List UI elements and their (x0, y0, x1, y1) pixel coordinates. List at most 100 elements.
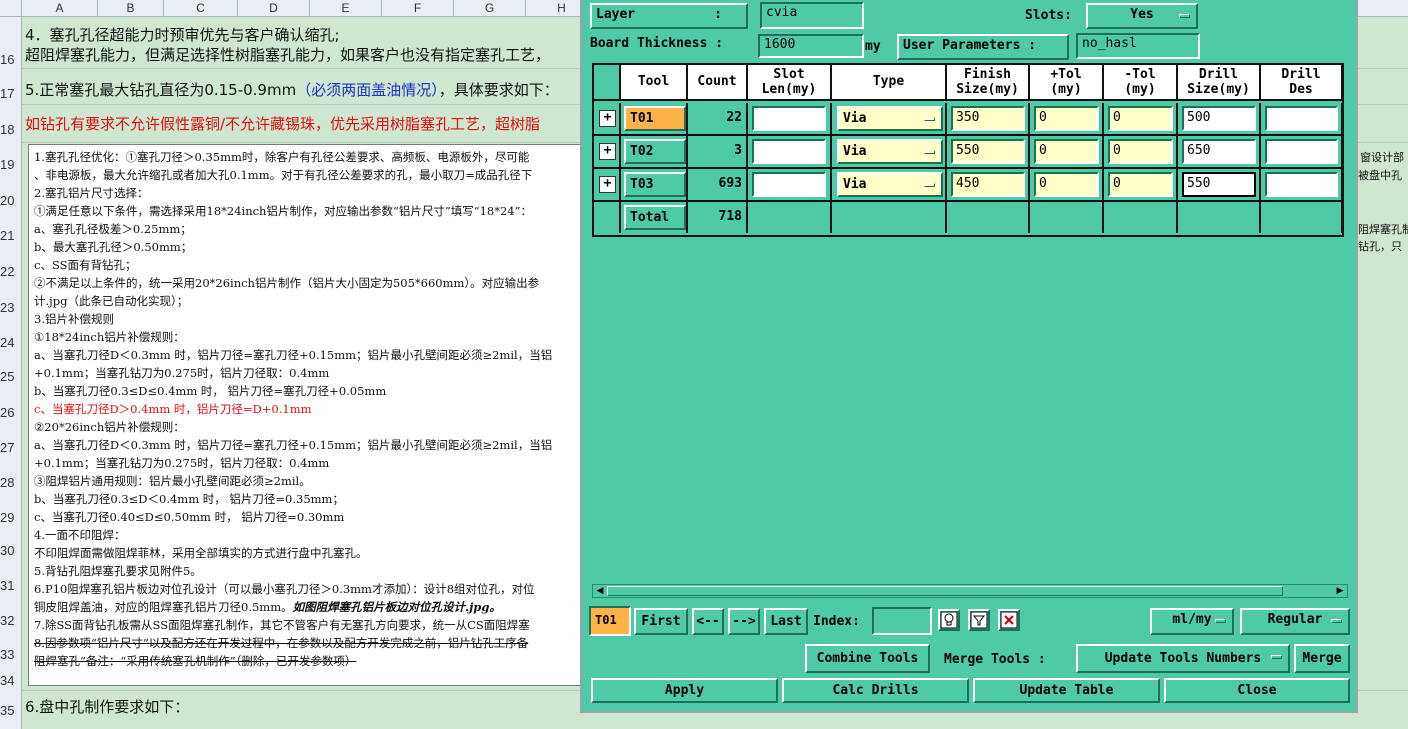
lightbulb-icon[interactable] (938, 609, 960, 631)
add-row-icon[interactable]: + (599, 143, 616, 160)
plus-tol-input[interactable]: 0 (1034, 172, 1099, 197)
slot-len-input[interactable] (752, 172, 826, 197)
column-header-e[interactable]: E (310, 0, 382, 17)
tool-button-t03[interactable]: T03 (624, 172, 686, 197)
drill-size-input[interactable]: 650 (1182, 139, 1256, 164)
cell-text[interactable]: 被盘中孔 (1358, 167, 1402, 183)
filter-icon[interactable] (968, 609, 990, 631)
layer-button[interactable]: Layer: (590, 3, 748, 29)
row-header[interactable]: 35 (0, 703, 22, 718)
row-header[interactable]: 23 (0, 300, 22, 315)
plus-tol-input[interactable]: 0 (1034, 106, 1099, 131)
row-header[interactable]: 34 (0, 673, 22, 688)
note-line: +0.1mm；当塞孔钻刀为0.275时，铝片刀径取：0.4mm (34, 366, 330, 380)
cell-drill-des (1261, 169, 1342, 200)
notes-textbox[interactable]: 1.塞孔孔径优化：①塞孔刀径＞0.35mm时，除客户有孔径公差要求、高频板、电源… (28, 144, 588, 686)
row-header[interactable]: 28 (0, 475, 22, 490)
user-parameters-button[interactable]: User Parameters : (897, 34, 1069, 60)
row-header[interactable]: 18 (0, 122, 22, 137)
cell-text[interactable]: 4．塞孔孔径超能力时预审优先与客户确认缩孔; (25, 24, 340, 45)
finish-size-input[interactable]: 350 (951, 106, 1025, 131)
row-header[interactable]: 21 (0, 228, 22, 243)
close-button[interactable]: Close (1164, 678, 1350, 703)
minus-tol-input[interactable]: 0 (1108, 106, 1173, 131)
cell-text[interactable]: 5.正常塞孔最大钻孔直径为0.15-0.9mm（必须两面盖油情况），具体要求如下… (25, 79, 559, 100)
combine-tools-button[interactable]: Combine Tools (805, 644, 930, 673)
calc-drills-button[interactable]: Calc Drills (782, 678, 969, 703)
column-header-f[interactable]: F (382, 0, 454, 17)
row-header[interactable]: 33 (0, 647, 22, 662)
add-row-icon[interactable]: + (599, 176, 616, 193)
board-thickness-label: Board Thickness : (590, 36, 724, 51)
cell-text[interactable]: 6.盘中孔制作要求如下： (25, 696, 189, 717)
finish-size-input[interactable]: 450 (951, 172, 1025, 197)
units-dropdown[interactable]: ml/my (1150, 608, 1234, 635)
tool-button-t01[interactable]: T01 (624, 106, 686, 131)
row-header[interactable]: 29 (0, 510, 22, 525)
update-table-button[interactable]: Update Table (973, 678, 1160, 703)
row-header[interactable]: 16 (0, 52, 22, 67)
type-dropdown[interactable]: Via (837, 172, 943, 197)
row-header[interactable]: 24 (0, 335, 22, 350)
row-header[interactable]: 22 (0, 264, 22, 279)
delete-icon[interactable] (998, 609, 1020, 631)
last-button[interactable]: Last (764, 608, 808, 635)
cell-text[interactable]: 钻孔，只 (1358, 238, 1402, 254)
index-input[interactable] (872, 607, 932, 635)
merge-button[interactable]: Merge (1294, 644, 1350, 673)
row-header[interactable]: 31 (0, 578, 22, 593)
drill-des-input[interactable] (1265, 139, 1338, 164)
finish-size-input[interactable]: 550 (951, 139, 1025, 164)
row-header[interactable]: 32 (0, 613, 22, 628)
minus-tol-input[interactable]: 0 (1108, 139, 1173, 164)
column-header-g[interactable]: G (454, 0, 526, 17)
type-dropdown[interactable]: Via (837, 139, 943, 164)
row-header[interactable]: 26 (0, 405, 22, 420)
user-parameters-field[interactable]: no_hasl (1076, 33, 1200, 59)
total-button[interactable]: Total (624, 205, 686, 230)
drill-size-input[interactable]: 500 (1182, 106, 1256, 131)
header-count: Count (688, 65, 748, 101)
drill-size-input-focused[interactable]: 550 (1182, 172, 1256, 197)
row-header[interactable]: 19 (0, 157, 22, 172)
first-button[interactable]: First (634, 608, 688, 635)
tool-button-t02[interactable]: T02 (624, 139, 686, 164)
row-header[interactable]: 30 (0, 543, 22, 558)
select-all-corner[interactable] (0, 0, 22, 17)
current-tool-field[interactable]: T01 (589, 606, 631, 636)
cell-text-highlight: （必须两面盖油情况） (296, 81, 439, 99)
scroll-right-icon[interactable]: ▶ (1334, 586, 1346, 596)
scrollbar-thumb[interactable] (607, 586, 1283, 596)
note-line: ①18*24inch铝片补偿规则： (34, 330, 185, 344)
slot-len-input[interactable] (752, 139, 826, 164)
add-row-icon[interactable]: + (599, 110, 616, 127)
layer-field[interactable]: cvia (760, 2, 864, 29)
column-header-c[interactable]: C (164, 0, 238, 17)
prev-button[interactable]: <-- (692, 608, 724, 635)
minus-tol-input[interactable]: 0 (1108, 172, 1173, 197)
cell-text[interactable]: 窗设计部 (1360, 149, 1404, 165)
board-thickness-field[interactable]: 1600 (758, 34, 864, 58)
column-header-a[interactable]: A (22, 0, 98, 17)
scroll-left-icon[interactable]: ◀ (594, 586, 606, 596)
cell-text-red[interactable]: 如钻孔有要求不允许假性露铜/不允许藏锡珠，优先采用树脂塞孔工艺，超树脂 (25, 113, 540, 134)
row-header[interactable]: 27 (0, 440, 22, 455)
row-header[interactable]: 20 (0, 193, 22, 208)
update-tools-numbers-dropdown[interactable]: Update Tools Numbers (1076, 644, 1290, 673)
row-header[interactable]: 25 (0, 369, 22, 384)
slot-len-input[interactable] (752, 106, 826, 131)
next-button[interactable]: --> (728, 608, 760, 635)
drill-des-input[interactable] (1265, 172, 1338, 197)
cell-text[interactable]: 阻焊塞孔制 (1358, 221, 1408, 237)
type-dropdown[interactable]: Via (837, 106, 943, 131)
cell-text[interactable]: 超阻焊塞孔能力，但满足选择性树脂塞孔能力，如果客户也没有指定塞孔工艺， (25, 44, 550, 65)
column-header-d[interactable]: D (238, 0, 310, 17)
slots-dropdown[interactable]: Yes (1086, 3, 1198, 29)
column-header-b[interactable]: B (98, 0, 164, 17)
row-header[interactable]: 17 (0, 86, 22, 101)
horizontal-scrollbar[interactable]: ◀ ▶ (592, 584, 1348, 598)
drill-des-input[interactable] (1265, 106, 1338, 131)
apply-button[interactable]: Apply (591, 678, 778, 703)
plus-tol-input[interactable]: 0 (1034, 139, 1099, 164)
mode-dropdown[interactable]: Regular (1240, 608, 1350, 635)
